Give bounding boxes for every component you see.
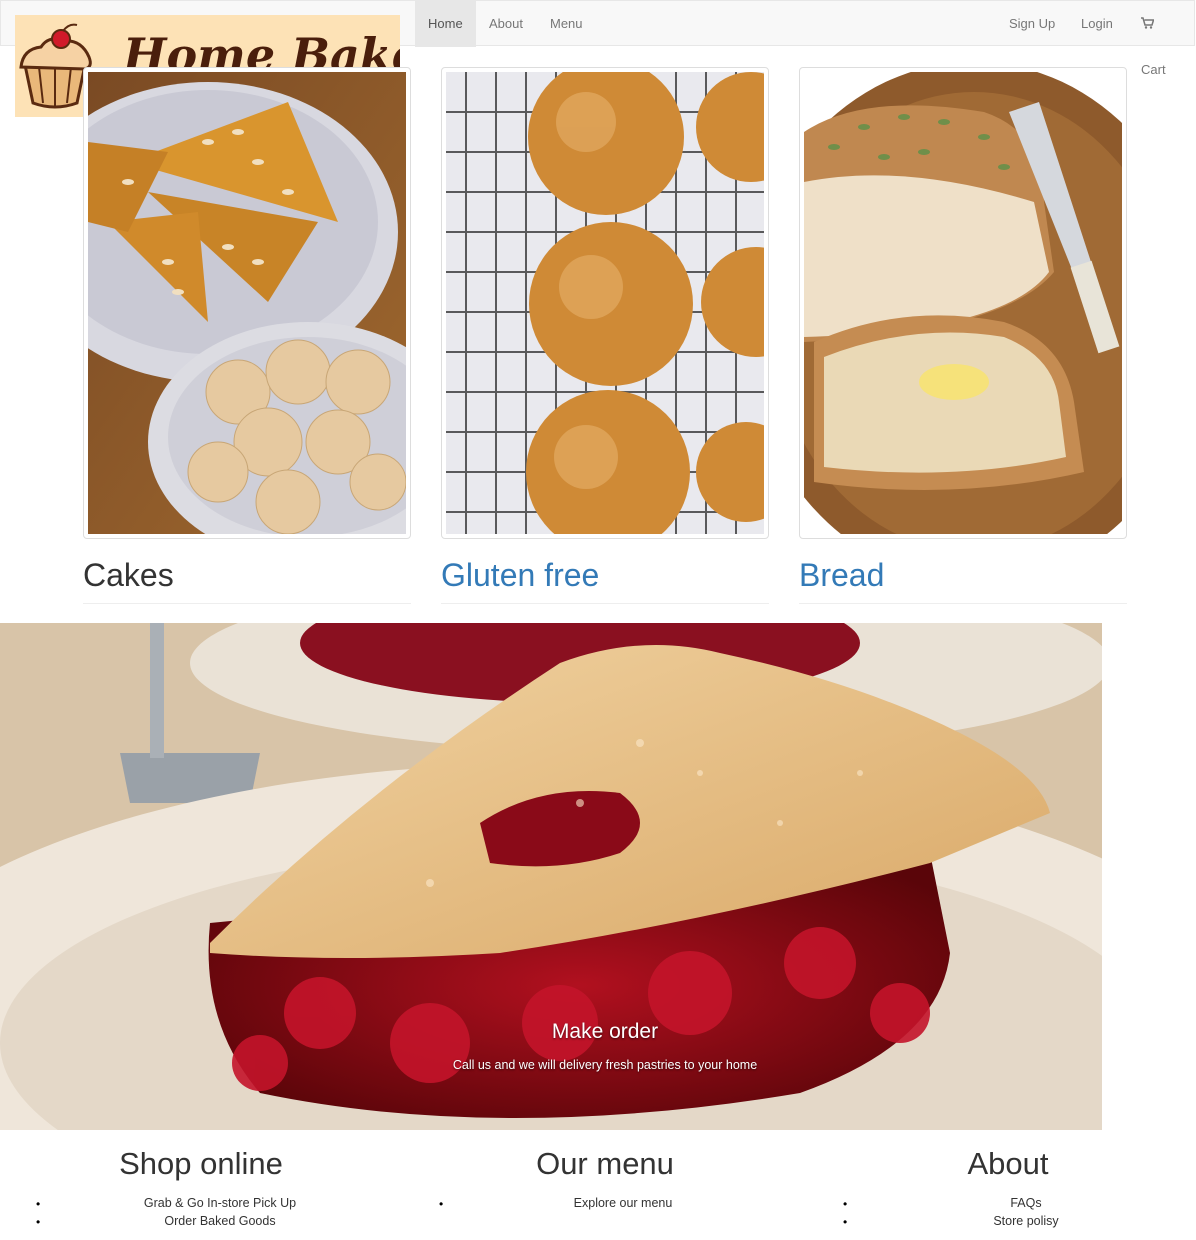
card-cakes-image[interactable]: [83, 67, 411, 539]
cart-icon: [1141, 16, 1155, 31]
footer-heading-about: About: [967, 1146, 1049, 1181]
cherry-pie-image: [0, 623, 1102, 1130]
nav-about[interactable]: About: [476, 1, 536, 47]
nav-menu[interactable]: Menu: [537, 1, 596, 47]
category-title-cakes: Cakes: [83, 557, 174, 593]
hero-carousel: Make order Call us and we will delivery …: [0, 623, 1102, 1130]
nav-home[interactable]: Home: [415, 1, 476, 47]
footer-heading-menu: Our menu: [536, 1146, 674, 1181]
category-link-bread[interactable]: Bread: [799, 553, 884, 597]
footer-link-order[interactable]: Order Baked Goods: [90, 1214, 350, 1228]
bullet: •: [439, 1197, 444, 1211]
card-gluten-free-image[interactable]: [441, 67, 769, 539]
divider: [83, 603, 411, 604]
nav-login[interactable]: Login: [1068, 1, 1126, 47]
footer-link-faqs[interactable]: FAQs: [896, 1196, 1156, 1210]
category-link-gluten-free[interactable]: Gluten free: [441, 553, 599, 597]
cart-label: Cart: [1141, 62, 1166, 77]
hero-title: Make order: [551, 1020, 659, 1043]
divider: [441, 603, 769, 604]
footer-heading-shop: Shop online: [119, 1146, 283, 1181]
nav-sign-up[interactable]: Sign Up: [996, 1, 1068, 47]
hero-subtitle: Call us and we will delivery fresh pastr…: [452, 1058, 758, 1072]
card-bread-image[interactable]: [799, 67, 1127, 539]
bullet: •: [36, 1215, 41, 1229]
footer-link-store-policy[interactable]: Store polisy: [896, 1214, 1156, 1228]
bullet: •: [843, 1197, 848, 1211]
divider: [799, 603, 1127, 604]
bullet: •: [843, 1215, 848, 1229]
bullet: •: [36, 1197, 41, 1211]
footer-link-pickup[interactable]: Grab & Go In-store Pick Up: [90, 1196, 350, 1210]
footer-link-explore-menu[interactable]: Explore our menu: [493, 1196, 753, 1210]
nav-cart[interactable]: Cart: [1128, 1, 1194, 77]
